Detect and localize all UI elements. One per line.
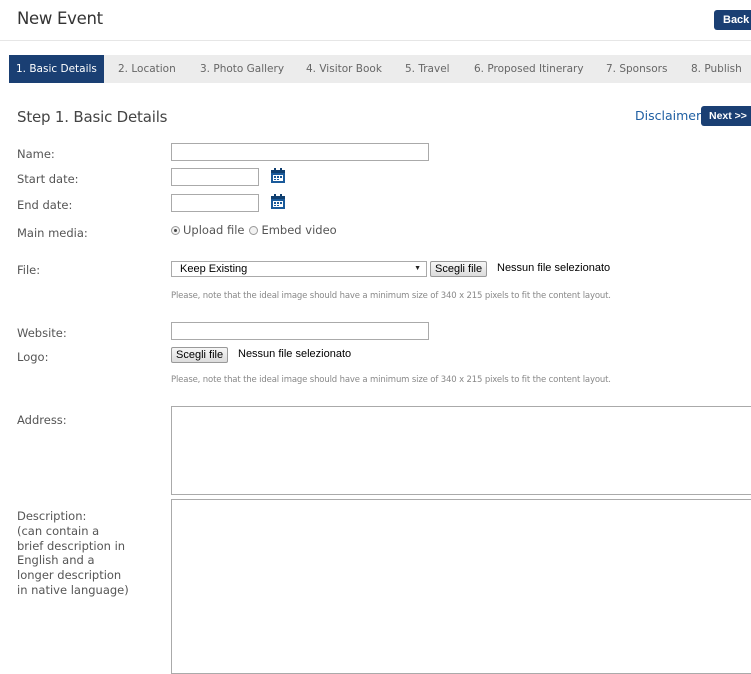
file-size-hint: Please, note that the ideal image should… bbox=[171, 291, 611, 301]
next-button[interactable]: Next >> bbox=[701, 106, 751, 126]
tab-publish[interactable]: 8. Publish bbox=[691, 55, 742, 83]
end-date-label: End date: bbox=[17, 198, 73, 212]
page-title: New Event bbox=[17, 9, 103, 28]
end-date-input[interactable] bbox=[171, 194, 259, 212]
description-label: Description: (can contain a brief descri… bbox=[17, 509, 147, 598]
description-label-line: (can contain a bbox=[17, 523, 100, 538]
tab-travel[interactable]: 5. Travel bbox=[405, 55, 450, 83]
disclaimer-link[interactable]: Disclaimer bbox=[635, 108, 701, 123]
back-button[interactable]: Back bbox=[714, 10, 751, 30]
website-label: Website: bbox=[17, 326, 67, 340]
upload-file-option-label: Upload file bbox=[183, 223, 245, 237]
start-date-label: Start date: bbox=[17, 172, 79, 186]
logo-size-hint: Please, note that the ideal image should… bbox=[171, 375, 611, 385]
start-date-input[interactable] bbox=[171, 168, 259, 186]
logo-file-status: Nessun file selezionato bbox=[238, 348, 352, 360]
upload-file-radio[interactable] bbox=[171, 225, 180, 235]
tab-basic-details[interactable]: 1. Basic Details bbox=[9, 55, 104, 83]
website-input[interactable] bbox=[171, 322, 429, 340]
description-label-line: longer description bbox=[17, 568, 122, 583]
choose-file-button[interactable]: Scegli file bbox=[430, 261, 488, 277]
description-label-line: English and a bbox=[17, 553, 95, 568]
file-label: File: bbox=[17, 263, 41, 277]
address-textarea[interactable] bbox=[171, 406, 751, 495]
tab-location[interactable]: 2. Location bbox=[118, 55, 176, 83]
description-label-line: Description: bbox=[17, 509, 87, 523]
description-label-line: brief description in bbox=[17, 538, 126, 553]
calendar-icon[interactable] bbox=[270, 168, 286, 184]
description-textarea[interactable] bbox=[171, 499, 751, 674]
embed-video-radio[interactable] bbox=[249, 225, 259, 235]
file-status: Nessun file selezionato bbox=[497, 262, 611, 274]
description-label-line: in native language) bbox=[17, 582, 129, 597]
tab-visitor-book[interactable]: 4. Visitor Book bbox=[306, 55, 382, 83]
main-media-options: Upload file Embed video bbox=[171, 223, 337, 237]
tab-proposed-itinerary[interactable]: 6. Proposed Itinerary bbox=[474, 55, 584, 83]
name-input[interactable] bbox=[171, 143, 429, 161]
file-select-value: Keep Existing bbox=[180, 263, 248, 275]
page-header: New Event Back bbox=[0, 0, 751, 41]
tab-photo-gallery[interactable]: 3. Photo Gallery bbox=[200, 55, 284, 83]
calendar-icon[interactable] bbox=[270, 194, 286, 210]
step-title: Step 1. Basic Details bbox=[17, 108, 168, 126]
file-select[interactable]: Keep Existing ▼ bbox=[171, 261, 427, 277]
wizard-tabs: 1. Basic Details 2. Location 3. Photo Ga… bbox=[9, 55, 751, 83]
chevron-down-icon: ▼ bbox=[414, 265, 421, 272]
logo-label: Logo: bbox=[17, 350, 49, 364]
name-label: Name: bbox=[17, 147, 55, 161]
main-media-label: Main media: bbox=[17, 226, 88, 240]
address-label: Address: bbox=[17, 413, 67, 427]
tab-sponsors[interactable]: 7. Sponsors bbox=[606, 55, 667, 83]
embed-video-option-label: Embed video bbox=[261, 223, 337, 237]
logo-choose-file-button[interactable]: Scegli file bbox=[171, 347, 229, 363]
